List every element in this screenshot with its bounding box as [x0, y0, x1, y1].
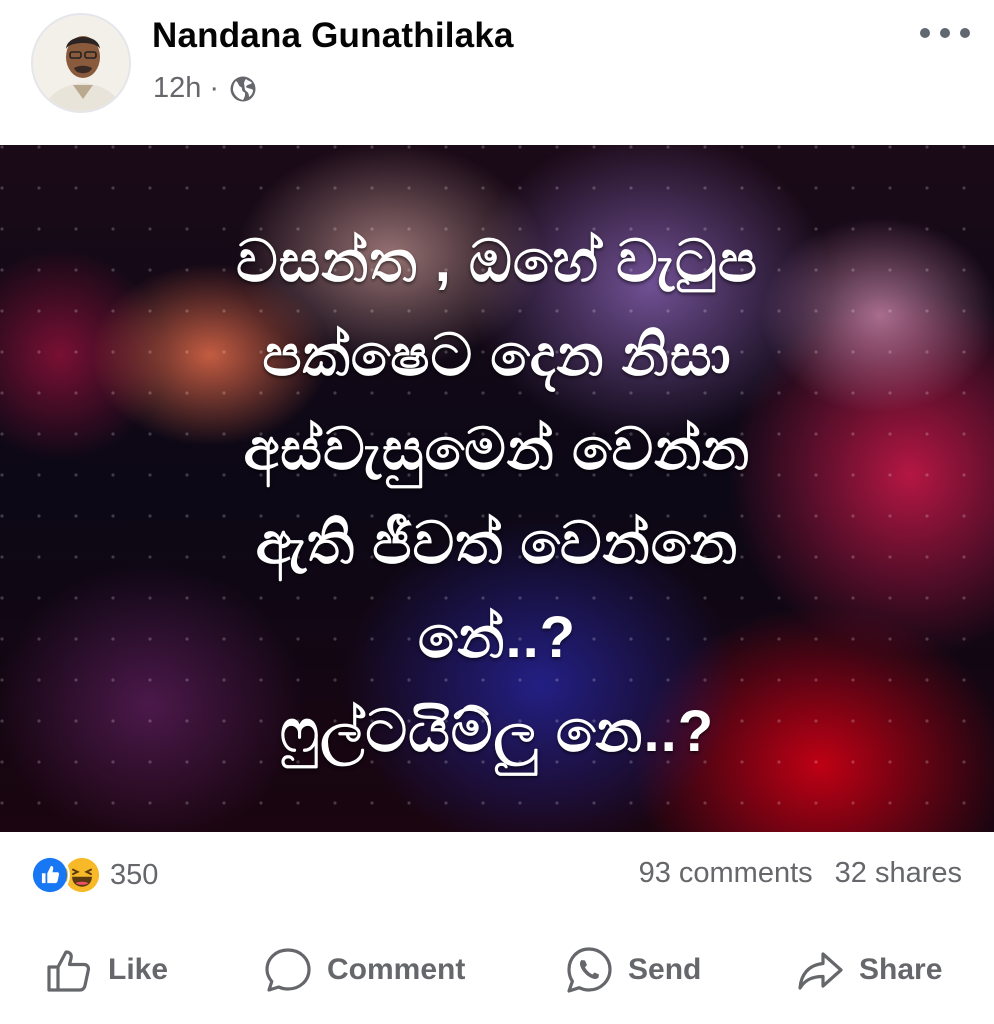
more-options-button[interactable]: [918, 18, 972, 48]
share-button[interactable]: Share: [795, 942, 942, 998]
comment-bubble-icon: [265, 948, 311, 992]
post-header: Nandana Gunathilaka 12h ·: [0, 0, 994, 145]
avatar-photo: [33, 15, 129, 111]
whatsapp-icon: [567, 947, 612, 993]
share-label: Share: [859, 953, 943, 986]
globe-icon: [230, 76, 256, 101]
image-text-line: වසන්ත , ඔහේ වැටුප: [235, 229, 759, 294]
reaction-count: 350: [110, 858, 159, 891]
post-image[interactable]: වසන්ත , ඔහේ වැටුප පක්ෂෙට දෙන නිසා අස්වැස…: [0, 145, 994, 832]
comments-shares: 93 comments 32 shares: [639, 857, 962, 890]
like-icon: [30, 855, 70, 895]
comment-button[interactable]: Comment: [263, 942, 465, 998]
author-avatar[interactable]: [31, 13, 131, 113]
like-label: Like: [108, 953, 169, 986]
comment-label: Comment: [327, 953, 466, 986]
thumbs-up-icon: [47, 950, 91, 992]
share-arrow-icon: [798, 952, 843, 990]
like-button[interactable]: Like: [44, 942, 168, 998]
reactions-summary[interactable]: 350: [30, 855, 158, 895]
image-text-line: නේ..?: [417, 605, 577, 670]
post-stats: 350 93 comments 32 shares: [0, 832, 994, 916]
shares-count[interactable]: 32 shares: [835, 857, 962, 890]
post-meta: 12h ·: [153, 72, 257, 105]
send-button[interactable]: Send: [564, 942, 701, 998]
more-dot: [920, 28, 930, 38]
more-dot: [940, 28, 950, 38]
image-text: වසන්ත , ඔහේ වැටුප පක්ෂෙට දෙන නිසා අස්වැස…: [0, 215, 994, 779]
meta-separator: ·: [209, 72, 220, 104]
image-text-line: ඇති ජීවත් වෙන්නෙ: [255, 511, 739, 576]
more-dot: [960, 28, 970, 38]
image-text-line: ෆුල්ටයිම්ලු නෙ..?: [279, 699, 715, 764]
post-time[interactable]: 12h: [153, 72, 201, 105]
send-label: Send: [628, 953, 702, 986]
image-text-line: පක්ෂෙට දෙන නිසා: [262, 323, 732, 388]
comments-count[interactable]: 93 comments: [639, 857, 813, 890]
image-text-line: අස්වැසුමෙන් වෙන්න: [243, 417, 751, 482]
author-name[interactable]: Nandana Gunathilaka: [152, 16, 514, 56]
post-actions: Like Comment Send Share: [0, 916, 994, 1024]
